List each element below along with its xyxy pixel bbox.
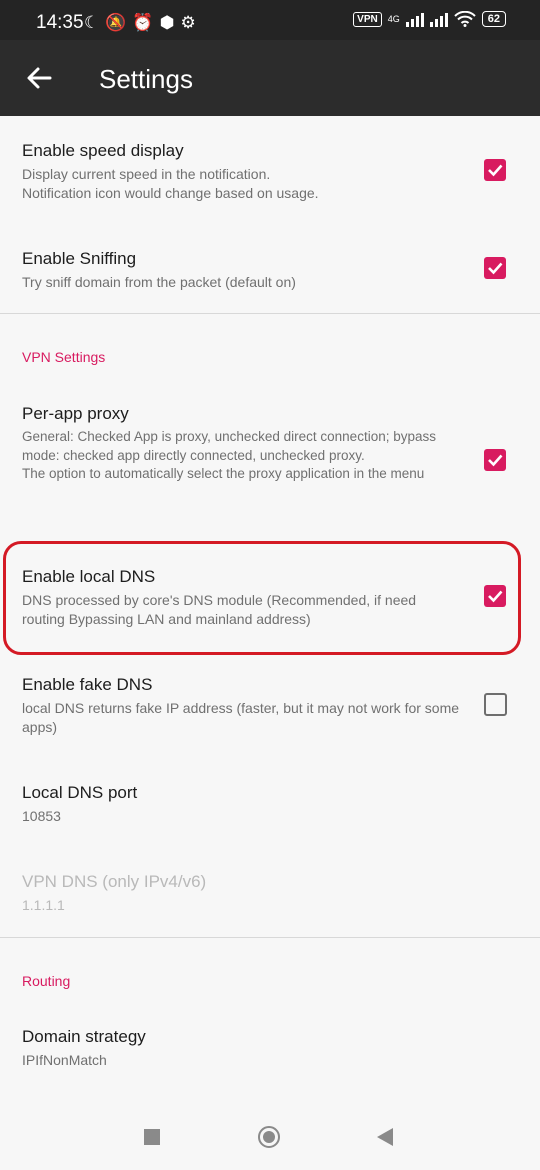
status-bar: 14:35 ☾🔕⏰⬢⚙ VPN 4G 62 (0, 0, 540, 40)
divider (0, 313, 540, 314)
pref-summary: DNS processed by core's DNS module (Reco… (22, 592, 417, 627)
nav-back-icon[interactable] (377, 1128, 393, 1146)
vpn-badge: VPN (353, 11, 382, 27)
pref-summary: Try sniff domain from the packet (defaul… (22, 274, 296, 290)
pref-summary: General: Checked App is proxy, unchecked… (22, 429, 436, 481)
sniffing-checkbox[interactable] (484, 257, 506, 279)
pref-summary: Display current speed in the notificatio… (22, 166, 319, 201)
settings-list[interactable]: Enable speed display Display current spe… (0, 116, 540, 1106)
pref-title: VPN DNS (only IPv4/v6) (22, 872, 207, 891)
local-dns-checkbox[interactable] (484, 585, 506, 607)
pref-local-dns-port[interactable]: Local DNS port 10853 (22, 783, 462, 826)
status-right-icons: VPN 4G 62 (353, 11, 506, 27)
pref-sniffing[interactable]: Enable Sniffing Try sniff domain from th… (22, 249, 462, 292)
gear-icon: ⚙ (180, 13, 202, 32)
pref-title: Enable Sniffing (22, 249, 137, 268)
pref-local-dns[interactable]: Enable local DNS DNS processed by core's… (22, 567, 462, 629)
check-icon (488, 590, 503, 603)
alarm-icon: ⏰ (132, 13, 160, 32)
back-arrow-icon[interactable] (22, 60, 58, 96)
pref-summary: local DNS returns fake IP address (faste… (22, 700, 460, 735)
category-routing: Routing (22, 973, 71, 989)
pref-title: Per-app proxy (22, 404, 129, 423)
pref-domain-strategy[interactable]: Domain strategy IPIfNonMatch (22, 1027, 462, 1070)
page-title: Settings (99, 64, 193, 94)
battery-icon: 62 (481, 11, 506, 27)
pref-title: Enable fake DNS (22, 675, 153, 694)
home-icon[interactable] (258, 1126, 280, 1148)
app-icon: ⬢ (159, 13, 181, 32)
signal-icon (405, 11, 424, 27)
moon-icon: ☾ (84, 13, 106, 32)
check-icon (488, 262, 503, 275)
pref-title: Enable speed display (22, 141, 184, 160)
pref-summary: 10853 (22, 808, 61, 824)
network-type: 4G (387, 14, 400, 24)
check-icon (488, 454, 503, 467)
speed-display-checkbox[interactable] (484, 159, 506, 181)
check-icon (488, 164, 503, 177)
pref-title: Enable local DNS (22, 567, 156, 586)
mute-icon: 🔕 (105, 13, 133, 32)
pref-title: Local DNS port (22, 783, 138, 802)
per-app-proxy-checkbox[interactable] (484, 449, 506, 471)
pref-fake-dns[interactable]: Enable fake DNS local DNS returns fake I… (22, 675, 462, 737)
wifi-icon (454, 11, 476, 27)
fake-dns-checkbox[interactable] (484, 693, 507, 716)
signal-icon-2 (429, 11, 448, 27)
pref-title: Domain strategy (22, 1027, 146, 1046)
pref-per-app-proxy[interactable]: Per-app proxy General: Checked App is pr… (22, 404, 462, 484)
app-bar: Settings (0, 40, 540, 116)
pref-vpn-dns: VPN DNS (only IPv4/v6) 1.1.1.1 (22, 872, 462, 915)
status-time: 14:35 (36, 12, 84, 33)
navigation-bar (0, 1106, 540, 1170)
category-vpn-settings: VPN Settings (22, 349, 106, 365)
pref-summary: IPIfNonMatch (22, 1052, 107, 1068)
divider (0, 937, 540, 938)
recents-icon[interactable] (144, 1129, 160, 1145)
pref-summary: 1.1.1.1 (22, 897, 65, 913)
pref-speed-display[interactable]: Enable speed display Display current spe… (22, 141, 462, 203)
status-left-icons: ☾🔕⏰⬢⚙ (84, 13, 202, 33)
